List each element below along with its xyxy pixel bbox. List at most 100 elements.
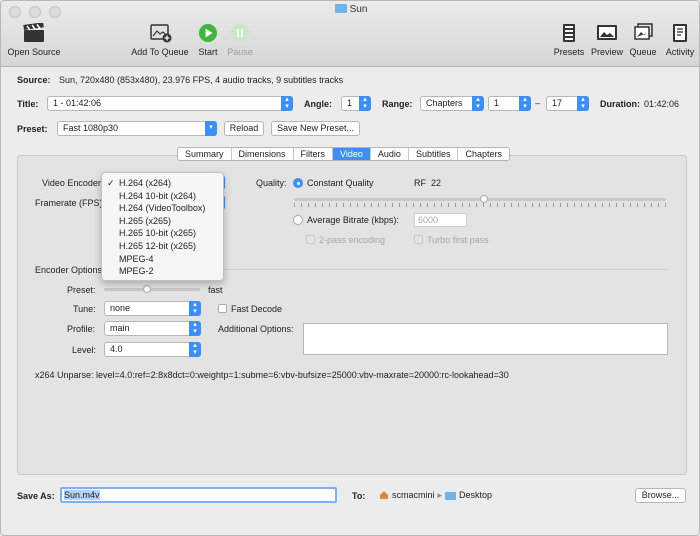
profile-label: Profile: xyxy=(67,324,96,334)
toolbar: Sun Open Source Add To Queue Start Pause… xyxy=(1,1,699,67)
folder-icon xyxy=(334,4,347,13)
updown-arrows-icon: ▴ ▾ xyxy=(359,96,371,111)
add-to-queue-button[interactable]: Add To Queue xyxy=(129,23,191,57)
duration-label: Duration: xyxy=(600,99,640,109)
updown-arrows-icon: ▴ ▾ xyxy=(189,321,201,336)
pause-icon xyxy=(231,24,249,42)
additional-options-label: Additional Options: xyxy=(218,324,294,334)
encoder-option-h264-videotoolbox[interactable]: H.264 (VideoToolbox) xyxy=(102,202,223,215)
save-new-preset-button[interactable]: Save New Preset... xyxy=(271,121,360,136)
constant-quality-radio[interactable] xyxy=(293,178,303,188)
video-encoder-menu: ✓ H.264 (x264) H.264 10-bit (x264) H.264 … xyxy=(101,172,224,281)
checkmark-icon: ✓ xyxy=(107,178,115,188)
source-value: Sun, 720x480 (853x480), 23.976 FPS, 4 au… xyxy=(59,75,344,85)
angle-label: Angle: xyxy=(304,99,332,109)
rf-label: RF xyxy=(414,178,426,188)
chevron-down-icon: ▾ xyxy=(205,121,217,136)
activity-button[interactable]: Activity xyxy=(662,23,698,57)
updown-arrows-icon: ▴ ▾ xyxy=(281,96,293,111)
tab-audio[interactable]: Audio xyxy=(371,148,409,160)
level-select[interactable]: 4.0 ▴ ▾ xyxy=(104,342,201,357)
tab-subtitles[interactable]: Subtitles xyxy=(409,148,459,160)
additional-options-input[interactable] xyxy=(303,323,668,355)
activity-icon xyxy=(673,24,687,42)
window-title: Sun xyxy=(1,4,699,15)
presets-button[interactable]: Presets xyxy=(552,23,586,57)
encoder-option-h265-x265[interactable]: H.265 (x265) xyxy=(102,215,223,228)
encoder-preset-slider-track[interactable] xyxy=(104,288,200,291)
tab-chapters[interactable]: Chapters xyxy=(458,148,509,160)
updown-arrows-icon: ▴ ▾ xyxy=(577,96,589,111)
x264-unparse-text: x264 Unparse: level=4.0:ref=2:8x8dct=0:w… xyxy=(35,370,509,380)
preset-select[interactable]: Fast 1080p30 ▾ xyxy=(57,121,217,136)
add-to-queue-icon xyxy=(150,24,172,43)
turbo-first-pass-label: Turbo first pass xyxy=(427,235,489,245)
queue-icon xyxy=(634,23,653,40)
app-window: Sun Open Source Add To Queue Start Pause… xyxy=(0,0,700,536)
rf-slider-knob[interactable] xyxy=(479,195,488,203)
encoder-option-mpeg2[interactable]: MPEG-2 xyxy=(102,265,223,278)
encoder-option-h265-12bit[interactable]: H.265 12-bit (x265) xyxy=(102,240,223,253)
start-button[interactable]: Start xyxy=(195,23,221,57)
tab-summary[interactable]: Summary xyxy=(178,148,232,160)
average-bitrate-radio[interactable] xyxy=(293,215,303,225)
encoder-options-label: Encoder Options xyxy=(35,265,103,275)
tab-dimensions[interactable]: Dimensions xyxy=(232,148,294,160)
encoder-preset-value: fast xyxy=(208,285,223,295)
presets-icon xyxy=(563,24,575,42)
two-pass-checkbox[interactable] xyxy=(306,235,315,244)
tab-filters[interactable]: Filters xyxy=(294,148,334,160)
encoder-option-h264-x264[interactable]: ✓ H.264 (x264) xyxy=(102,177,223,190)
bitrate-input[interactable]: 6000 xyxy=(414,213,467,227)
video-encoder-label: Video Encoder xyxy=(42,178,101,188)
encoder-option-h265-10bit[interactable]: H.265 10-bit (x265) xyxy=(102,227,223,240)
range-end-select[interactable]: 17 ▴ ▾ xyxy=(546,96,589,111)
encoder-option-h264-10bit[interactable]: H.264 10-bit (x264) xyxy=(102,190,223,203)
queue-button[interactable]: Queue xyxy=(627,23,659,57)
updown-arrows-icon: ▴ ▾ xyxy=(189,342,201,357)
range-label: Range: xyxy=(382,99,413,109)
destination-path[interactable]: scmacmini ▸ Desktop xyxy=(379,488,492,502)
path-arrow-icon: ▸ xyxy=(437,489,443,500)
fast-decode-label: Fast Decode xyxy=(231,304,283,314)
profile-select[interactable]: main ▴ ▾ xyxy=(104,321,201,336)
updown-arrows-icon: ▴ ▾ xyxy=(519,96,531,111)
range-start-select[interactable]: 1 ▴ ▾ xyxy=(488,96,531,111)
updown-arrows-icon: ▴ ▾ xyxy=(189,301,201,316)
encoder-option-mpeg4[interactable]: MPEG-4 xyxy=(102,253,223,266)
to-label: To: xyxy=(352,491,366,501)
level-label: Level: xyxy=(72,345,97,355)
updown-arrows-icon: ▴ ▾ xyxy=(472,96,484,111)
encoder-preset-label: Preset: xyxy=(67,285,96,295)
quality-label: Quality: xyxy=(256,178,287,188)
range-dash: – xyxy=(535,98,541,108)
save-as-label: Save As: xyxy=(17,491,55,501)
open-source-button[interactable]: Open Source xyxy=(5,22,63,57)
title-select[interactable]: 1 - 01:42:06 ▴ ▾ xyxy=(47,96,293,111)
rf-slider-ticks xyxy=(294,203,666,207)
framerate-label: Framerate (FPS) xyxy=(35,198,103,208)
preview-button[interactable]: Preview xyxy=(590,23,624,57)
browse-button[interactable]: Browse... xyxy=(635,488,686,503)
home-icon xyxy=(380,491,388,499)
range-type-select[interactable]: Chapters ▴ ▾ xyxy=(420,96,484,111)
title-label: Title: xyxy=(17,99,39,109)
fast-decode-checkbox[interactable] xyxy=(218,304,227,313)
tune-select[interactable]: none ▴ ▾ xyxy=(104,301,201,316)
angle-select[interactable]: 1 ▴ ▾ xyxy=(341,96,371,111)
preset-label: Preset: xyxy=(17,124,48,134)
source-label: Source: xyxy=(17,75,51,85)
tab-video[interactable]: Video xyxy=(333,148,371,160)
tune-label: Tune: xyxy=(73,304,96,314)
two-pass-label: 2-pass encoding xyxy=(319,235,386,245)
tab-bar: Summary Dimensions Filters Video Audio S… xyxy=(177,147,510,161)
folder-icon xyxy=(445,491,457,500)
duration-value: 01:42:06 xyxy=(644,99,680,109)
preview-icon xyxy=(597,25,617,40)
rf-value: 22 xyxy=(431,178,442,188)
reload-button[interactable]: Reload xyxy=(224,121,264,136)
pause-button[interactable]: Pause xyxy=(225,23,255,57)
save-as-input[interactable]: Sun.m4v xyxy=(60,487,337,503)
constant-quality-label: Constant Quality xyxy=(307,178,374,188)
turbo-first-pass-checkbox[interactable] xyxy=(414,235,423,244)
